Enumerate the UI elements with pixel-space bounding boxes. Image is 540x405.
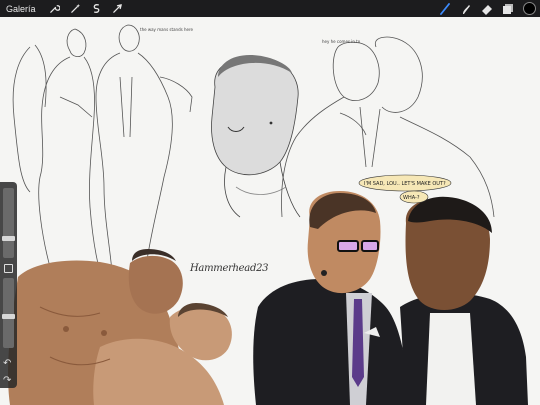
brush-icon[interactable] — [438, 2, 451, 15]
brush-size-thumb[interactable] — [2, 236, 15, 241]
painting-couple-suits — [253, 191, 528, 405]
brush-size-slider[interactable] — [2, 188, 15, 258]
scribble-note-1: the way mans stands here — [140, 27, 194, 32]
opacity-slider[interactable] — [2, 278, 15, 348]
magic-wand-icon[interactable] — [69, 2, 82, 15]
drawing-canvas[interactable]: the way mans stands here hey he comes in… — [0, 17, 540, 405]
sketch-standing-figures — [12, 24, 193, 280]
sketch-bald-head — [211, 55, 301, 218]
speech-bubble-text-2: WHA-? — [403, 195, 420, 201]
eraser-icon[interactable] — [480, 2, 493, 15]
sidebar-panel: ↶ ↷ — [0, 182, 17, 388]
modify-button[interactable] — [4, 264, 13, 273]
smudge-icon[interactable] — [459, 2, 472, 15]
gallery-button[interactable]: Galería — [6, 4, 36, 14]
opacity-thumb[interactable] — [2, 314, 15, 319]
selection-icon[interactable] — [90, 2, 103, 15]
layers-icon[interactable] — [501, 2, 514, 15]
top-toolbar: Galería — [0, 0, 540, 17]
redo-icon[interactable]: ↷ — [3, 375, 11, 386]
speech-bubble-text-1: I'M SAD, LOU.. LET'S MAKE OUT? — [364, 181, 446, 187]
undo-icon[interactable]: ↶ — [3, 358, 11, 369]
transform-arrow-icon[interactable] — [111, 2, 124, 15]
color-picker-button[interactable] — [523, 2, 536, 15]
scribble-note-2: hey he comes in to — [322, 39, 361, 44]
wrench-icon[interactable] — [48, 2, 61, 15]
signature: Hammerhead23 — [190, 263, 269, 274]
artwork: the way mans stands here hey he comes in… — [8, 24, 528, 405]
